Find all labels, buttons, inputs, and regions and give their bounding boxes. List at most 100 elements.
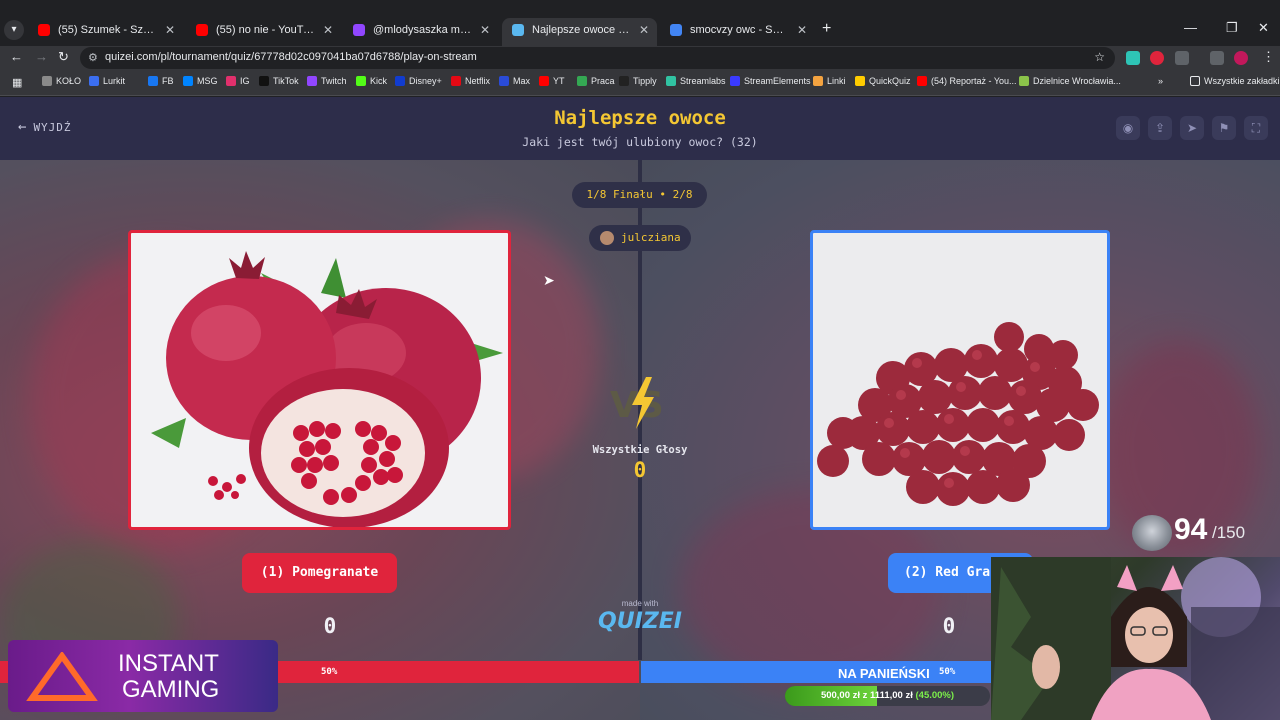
tab-search-chevron-icon[interactable]: ▾ (4, 20, 24, 40)
bookmark-label: Kick (370, 76, 388, 86)
apps-grid-icon[interactable]: ▦ (12, 76, 22, 89)
minimize-icon[interactable]: — (1184, 20, 1197, 35)
bookmark-item[interactable]: QuickQuiz (855, 76, 911, 86)
bookmark-favicon-icon (577, 76, 587, 86)
browser-toolbar: ← → ↻ ⚙ quizei.com/pl/tournament/quiz/67… (0, 46, 1280, 70)
eye-icon[interactable]: ◉ (1116, 116, 1140, 140)
new-tab-button[interactable]: + (822, 20, 831, 38)
option-card-left[interactable] (128, 230, 511, 530)
tab-favicon-icon (38, 24, 50, 36)
profile-avatar[interactable] (1234, 51, 1248, 65)
bookmark-label: Netflix (465, 76, 491, 86)
all-votes-count: 0 (633, 458, 647, 482)
bookmark-label: Linki (827, 76, 846, 86)
bookmark-item[interactable]: StreamElements (730, 76, 811, 86)
bookmark-label: (54) Reportaż - You... (931, 76, 1017, 86)
report-flag-icon[interactable]: ⚑ (1212, 116, 1236, 140)
webcam-feed (991, 557, 1280, 720)
bookmark-star-icon[interactable]: ☆ (1094, 50, 1105, 64)
bookmark-favicon-icon (813, 76, 823, 86)
tab-close-icon[interactable]: ✕ (323, 18, 333, 42)
vote-left-button[interactable]: (1) Pomegranate (242, 553, 397, 593)
close-window-icon[interactable]: ✕ (1258, 20, 1269, 36)
bookmark-favicon-icon (855, 76, 865, 86)
tab-close-icon[interactable]: ✕ (480, 18, 490, 42)
bookmark-item[interactable]: Kick (356, 76, 387, 86)
bookmarks-bar: ▦ KOŁO Lurkit FB MSG IG TikTok Twitch Kick Disne… (0, 70, 1280, 96)
bookmark-favicon-icon (619, 76, 629, 86)
bookmark-item[interactable]: KOŁO (42, 76, 81, 86)
fullscreen-icon[interactable]: ⛶ (1244, 116, 1268, 140)
bookmark-item[interactable]: IG (226, 76, 250, 86)
tab-title: Najlepsze owoce - Quizei (532, 24, 631, 36)
wolf-emblem-icon (1132, 515, 1172, 551)
bookmark-favicon-icon (307, 76, 317, 86)
extension-icon[interactable] (1150, 51, 1164, 65)
bookmark-label: Streamlabs (680, 76, 726, 86)
back-arrow-icon[interactable]: ← (10, 49, 23, 64)
instant-gaming-logo-icon (26, 652, 98, 701)
extension-icon[interactable] (1126, 51, 1140, 65)
tab-close-icon[interactable]: ✕ (165, 18, 175, 42)
bookmarks-overflow-icon[interactable]: » (1158, 76, 1163, 86)
bookmark-favicon-icon (1019, 76, 1029, 86)
menu-kebab-icon[interactable]: ⋮ (1262, 49, 1275, 65)
site-info-icon[interactable]: ⚙ (88, 51, 98, 64)
bookmark-item[interactable]: Max (499, 76, 530, 86)
bookmark-item[interactable]: YT (539, 76, 565, 86)
user-badge: julcziana (589, 225, 691, 251)
browser-tab[interactable]: @mlodysaszka mentioned ✕ (343, 18, 498, 46)
tab-favicon-icon (670, 24, 682, 36)
share-icon[interactable]: ⇪ (1148, 116, 1172, 140)
reading-list-icon[interactable] (1210, 51, 1224, 65)
bookmark-item[interactable]: MSG (183, 76, 218, 86)
tab-close-icon[interactable]: ✕ (639, 18, 649, 42)
bookmark-item[interactable]: (54) Reportaż - You... (917, 76, 1017, 86)
browser-tab[interactable]: smocvzy owc - Szukaj w Google ✕ (660, 18, 815, 46)
tab-close-icon[interactable]: ✕ (797, 18, 807, 42)
address-bar[interactable]: ⚙ quizei.com/pl/tournament/quiz/67778d02… (80, 47, 1115, 69)
tab-title: (55) no nie - YouTube (216, 24, 315, 36)
browser-tab-bar: ▾ (55) Szumek - Szon Alert (prod...✕(55)… (0, 0, 1280, 46)
versus-icon: VS (610, 377, 664, 429)
all-bookmarks-folder[interactable]: Wszystkie zakładki (1190, 76, 1280, 86)
bookmark-item[interactable]: Streamlabs (666, 76, 726, 86)
maximize-icon[interactable]: ❐ (1226, 20, 1238, 36)
avatar (600, 231, 614, 245)
bookmark-label: TikTok (273, 76, 299, 86)
reload-icon[interactable]: ↻ (58, 49, 69, 65)
extensions-puzzle-icon[interactable] (1175, 51, 1189, 65)
bookmark-label: FB (162, 76, 174, 86)
browser-tab[interactable]: (55) no nie - YouTube ✕ (186, 18, 341, 46)
bookmark-item[interactable]: FB (148, 76, 174, 86)
left-vote-count: 0 (323, 614, 337, 638)
right-vote-count: 0 (942, 614, 956, 638)
send-icon[interactable]: ➤ (1180, 116, 1204, 140)
bookmark-item[interactable]: Tipply (619, 76, 657, 86)
bookmark-favicon-icon (42, 76, 52, 86)
bookmark-item[interactable]: Disney+ (395, 76, 442, 86)
quiz-subtitle: Jaki jest twój ulubiony owoc? (32) (522, 135, 758, 149)
browser-tab[interactable]: (55) Szumek - Szon Alert (prod... ✕ (28, 18, 183, 46)
bookmark-item[interactable]: Linki (813, 76, 846, 86)
bookmark-label: YT (553, 76, 565, 86)
bookmark-item[interactable]: Lurkit (89, 76, 125, 86)
bookmark-item[interactable]: Netflix (451, 76, 490, 86)
tab-favicon-icon (353, 24, 365, 36)
browser-tab[interactable]: Najlepsze owoce - Quizei ✕ (502, 18, 657, 46)
round-indicator: 1/8 Finału • 2/8 (572, 182, 707, 208)
quiz-header: ← WYJDŹ Najlepsze owoce Jaki jest twój ul… (0, 97, 1280, 160)
bookmark-item[interactable]: TikTok (259, 76, 299, 86)
tab-favicon-icon (512, 24, 524, 36)
sponsor-banner: INSTANT GAMING (8, 640, 278, 712)
bookmark-favicon-icon (183, 76, 193, 86)
bookmark-label: StreamElements (744, 76, 811, 86)
option-card-right[interactable] (810, 230, 1110, 530)
url-text[interactable]: quizei.com/pl/tournament/quiz/67778d02c0… (105, 51, 477, 63)
bookmark-item[interactable]: Dzielnice Wrocławia... (1019, 76, 1121, 86)
red-grapes-image (817, 322, 1099, 506)
bookmark-favicon-icon (539, 76, 549, 86)
bookmark-item[interactable]: Praca (577, 76, 615, 86)
bookmark-item[interactable]: Twitch (307, 76, 347, 86)
forward-arrow-icon[interactable]: → (35, 49, 48, 64)
